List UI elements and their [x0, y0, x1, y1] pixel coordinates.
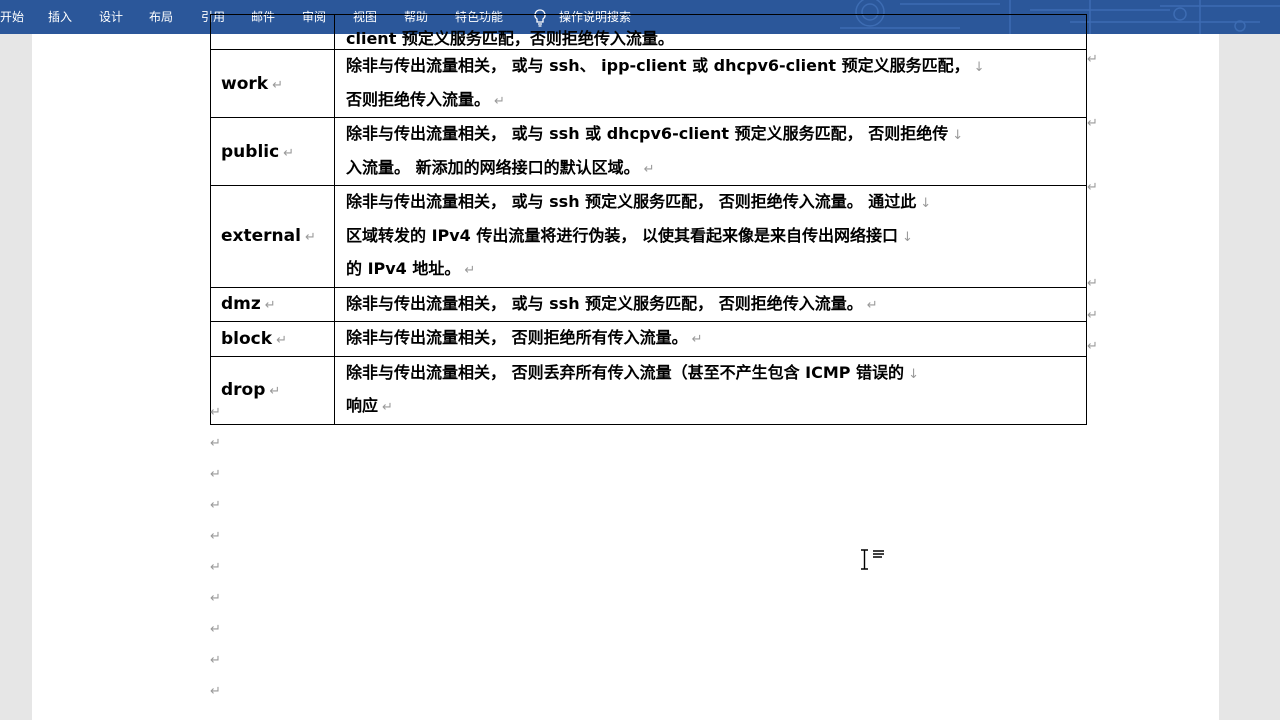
table-row: drop ↵ 除非与传出流量相关， 否则丢弃所有传入流量（甚至不产生包含 ICMP…: [210, 355, 1087, 425]
description-line: 除非与传出流量相关， 或与 ssh 或 dhcpv6-client 预定义服务匹…: [346, 124, 964, 143]
row-end-mark: ↵: [1087, 276, 1098, 291]
text-cursor-icon: [861, 549, 884, 570]
workspace-gutter: [0, 34, 32, 720]
table-row: block ↵ 除非与传出流量相关， 否则拒绝所有传入流量。 ↵: [210, 321, 1087, 357]
zone-name: drop: [221, 380, 266, 400]
empty-paragraph-mark: ↵: [210, 653, 221, 668]
empty-paragraph-mark: ↵: [210, 467, 221, 482]
empty-paragraph-mark: ↵: [210, 622, 221, 637]
paragraph-mark: ↵: [283, 145, 295, 161]
zone-cell[interactable]: external ↵: [210, 185, 335, 288]
tab-design[interactable]: 设计: [99, 0, 123, 34]
row-end-mark: ↵: [1087, 52, 1098, 67]
table-row: work ↵ 除非与传出流量相关， 或与 ssh、 ipp-client 或 dh…: [210, 49, 1087, 118]
zone-name: dmz: [221, 294, 261, 315]
tab-home[interactable]: 开始: [0, 0, 24, 34]
description-line: 否则拒绝传入流量。 ↵: [346, 89, 505, 109]
zone-cell[interactable]: drop ↵: [210, 355, 335, 425]
description-line: 响应 ↵: [346, 396, 393, 415]
description-line: 除非与传出流量相关， 或与 ssh 预定义服务匹配， 否则拒绝传入流量。 ↵: [346, 293, 878, 313]
empty-paragraph-mark: ↵: [210, 405, 221, 420]
empty-paragraph-mark: ↵: [210, 591, 221, 606]
description-cell[interactable]: 除非与传出流量相关， 或与 ssh 或 dhcpv6-client 预定义服务匹…: [334, 117, 1087, 186]
description-line: 除非与传出流量相关， 或与 ssh 预定义服务匹配， 否则拒绝传入流量。 通过此…: [346, 192, 932, 211]
paragraph-mark: ↵: [276, 332, 287, 348]
description-line: 入流量。 新添加的网络接口的默认区域。 ↵: [346, 157, 655, 177]
table-row: public ↵ 除非与传出流量相关， 或与 ssh 或 dhcpv6-clien…: [210, 117, 1087, 186]
empty-paragraph-mark: ↵: [210, 529, 221, 544]
row-end-mark: ↵: [1087, 308, 1098, 323]
zone-name: block: [221, 328, 273, 349]
empty-paragraph-mark: ↵: [210, 684, 221, 699]
description-cell[interactable]: 除非与传出流量相关， 或与 ssh、 ipp-client 或 dhcpv6-c…: [334, 49, 1087, 118]
table-row: dmz ↵ 除非与传出流量相关， 或与 ssh 预定义服务匹配， 否则拒绝传入流量…: [210, 286, 1087, 322]
zone-cell[interactable]: block ↵: [210, 321, 335, 357]
paragraph-mark: ↵: [269, 384, 281, 399]
paragraph-mark: ↵: [264, 298, 276, 314]
document-page[interactable]: client 预定义服务匹配，否则拒绝传入流量。 work ↵ 除非与传出流量相关…: [32, 14, 1219, 720]
paragraph-mark: ↵: [304, 230, 316, 246]
description-cell[interactable]: client 预定义服务匹配，否则拒绝传入流量。: [334, 14, 1087, 50]
zone-cell[interactable]: work ↵: [210, 49, 335, 118]
tab-insert[interactable]: 插入: [48, 0, 72, 34]
empty-paragraph-mark: ↵: [210, 436, 221, 451]
zone-name: work: [221, 73, 269, 94]
description-cell[interactable]: 除非与传出流量相关， 否则拒绝所有传入流量。 ↵: [334, 321, 1087, 357]
description-line: 除非与传出流量相关， 否则拒绝所有传入流量。 ↵: [346, 328, 703, 347]
zone-cell[interactable]: public ↵: [210, 117, 335, 186]
row-end-mark: ↵: [1087, 339, 1098, 354]
empty-paragraph-mark: ↵: [210, 498, 221, 513]
zone-cell[interactable]: [210, 14, 335, 50]
description-cell[interactable]: 除非与传出流量相关， 或与 ssh 预定义服务匹配， 否则拒绝传入流量。 ↵: [334, 286, 1087, 322]
description-line: 的 IPv4 地址。 ↵: [346, 259, 476, 278]
description-line: client 预定义服务匹配，否则拒绝传入流量。: [346, 29, 674, 48]
zone-cell[interactable]: dmz ↵: [210, 286, 335, 322]
description-line: 除非与传出流量相关， 或与 ssh、 ipp-client 或 dhcpv6-c…: [346, 56, 985, 75]
description-line: 区域转发的 IPv4 传出流量将进行伪装， 以使其看起来像是来自传出网络接口 ↓: [346, 225, 913, 245]
description-cell[interactable]: 除非与传出流量相关， 或与 ssh 预定义服务匹配， 否则拒绝传入流量。 通过此…: [334, 185, 1087, 288]
table-row: external ↵ 除非与传出流量相关， 或与 ssh 预定义服务匹配， 否则拒…: [210, 185, 1087, 288]
row-end-mark: ↵: [1087, 116, 1098, 131]
zone-name: public: [221, 141, 280, 162]
empty-paragraph-mark: ↵: [210, 560, 221, 575]
firewall-zones-table[interactable]: client 预定义服务匹配，否则拒绝传入流量。 work ↵ 除非与传出流量相关…: [210, 14, 1087, 425]
paragraph-mark: ↵: [272, 77, 283, 93]
table-row: client 预定义服务匹配，否则拒绝传入流量。: [210, 14, 1087, 50]
description-cell[interactable]: 除非与传出流量相关， 否则丢弃所有传入流量（甚至不产生包含 ICMP 错误的 ↓ …: [334, 355, 1087, 425]
tab-layout[interactable]: 布局: [149, 0, 173, 34]
zone-name: external: [221, 226, 301, 247]
description-line: 除非与传出流量相关， 否则丢弃所有传入流量（甚至不产生包含 ICMP 错误的 ↓: [346, 362, 919, 382]
row-end-mark: ↵: [1087, 180, 1098, 195]
